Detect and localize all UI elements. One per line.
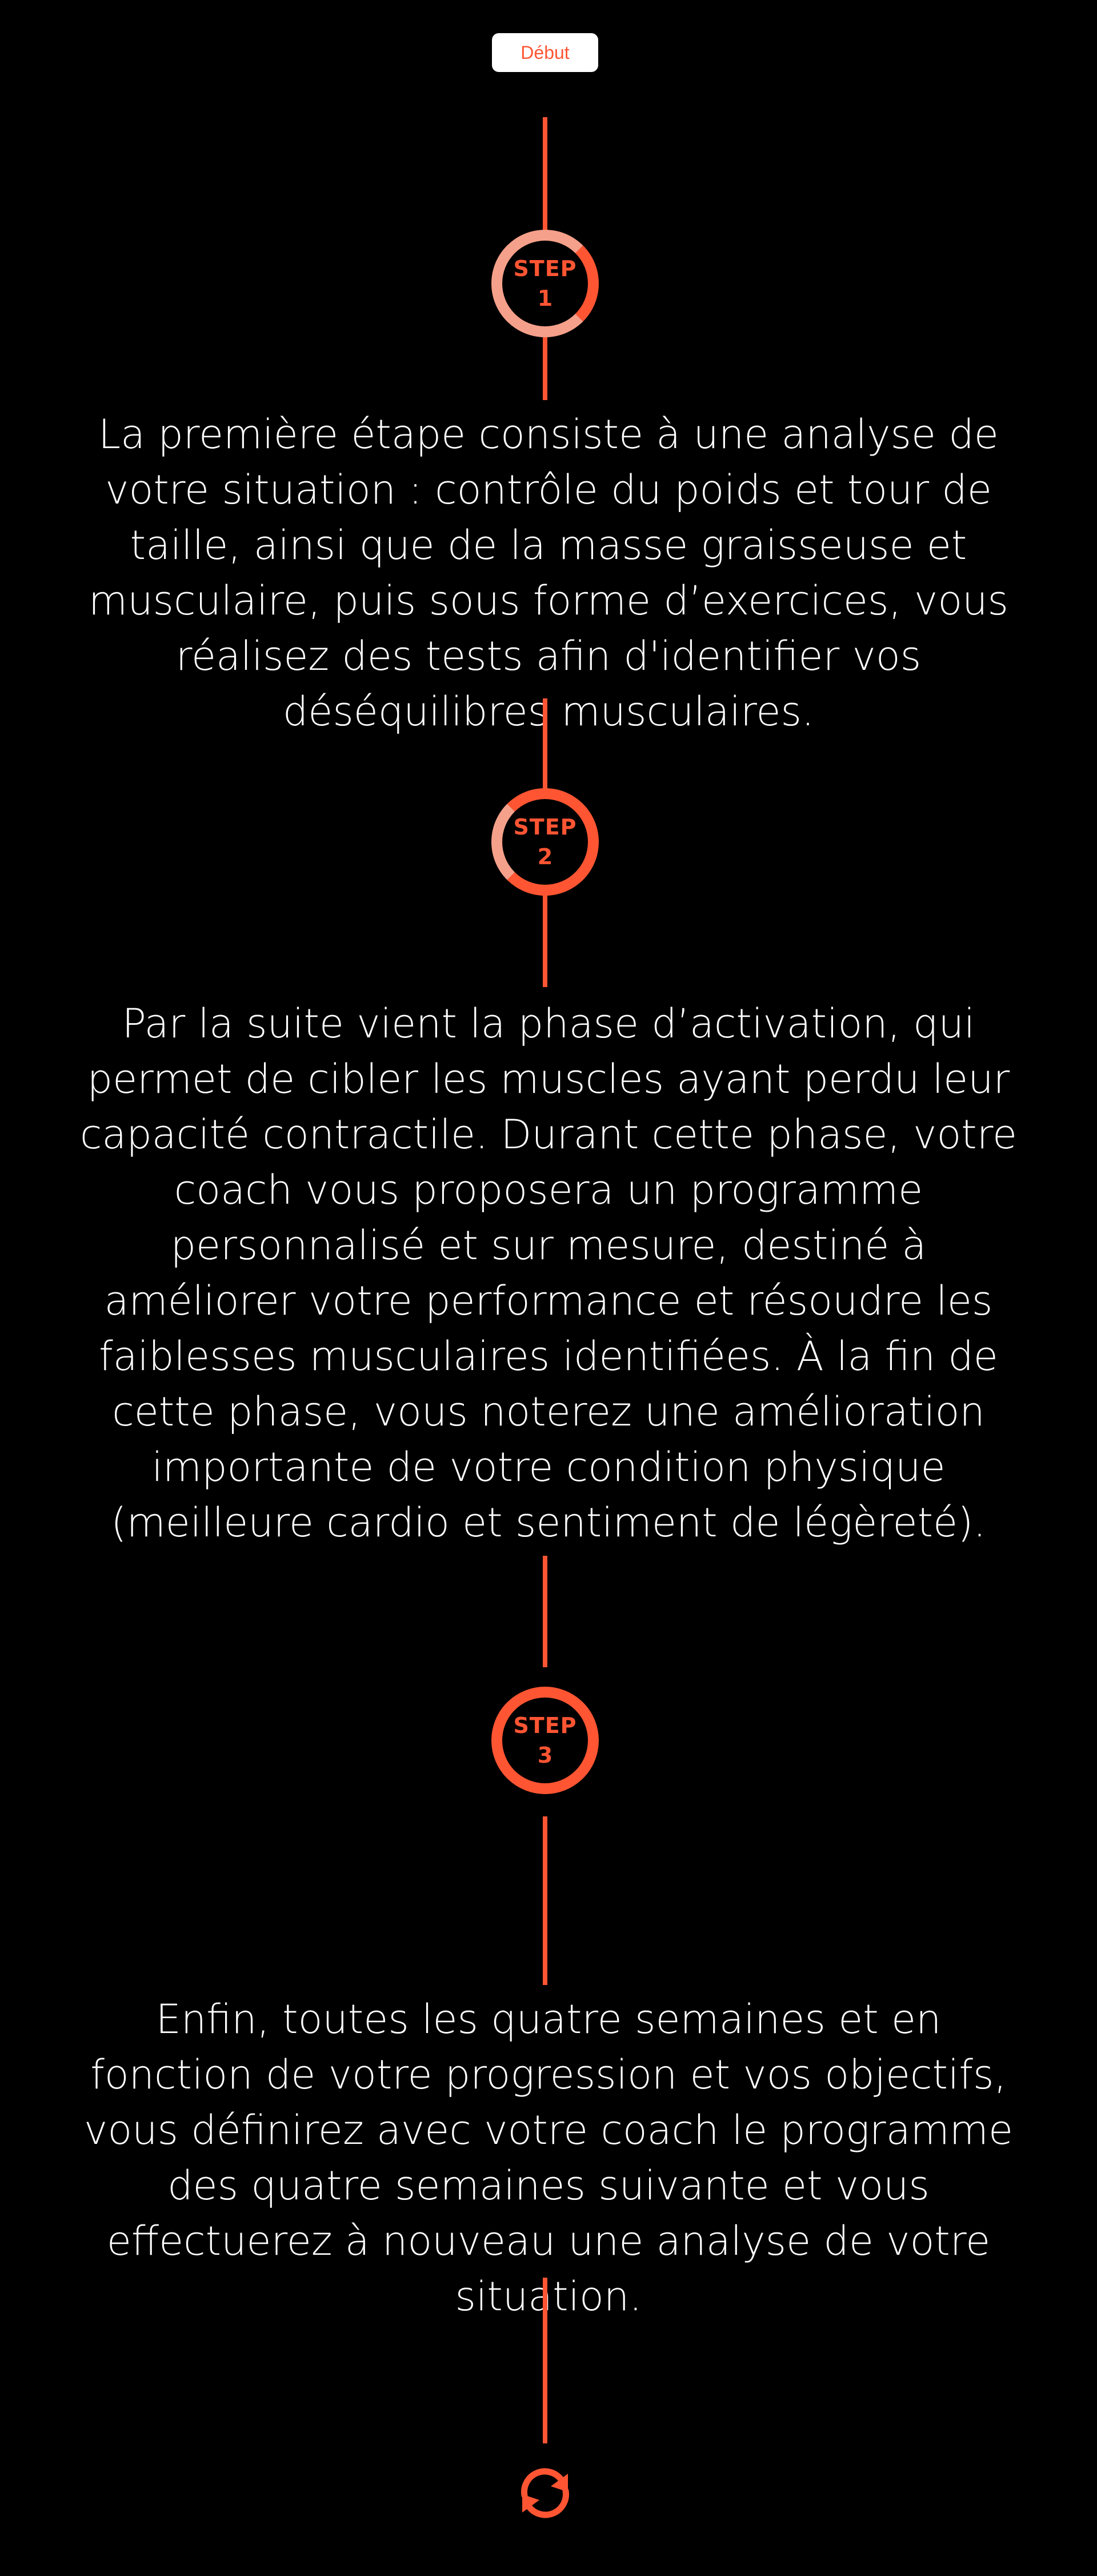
start-label: Début <box>521 42 570 63</box>
timeline-connector <box>543 337 547 400</box>
timeline-connector <box>543 698 547 790</box>
step-1-badge: STEP 1 <box>491 230 599 337</box>
timeline-connector <box>543 117 547 231</box>
refresh-cycle-icon <box>521 2468 569 2518</box>
step-2-word: STEP <box>513 814 577 840</box>
start-badge: Début <box>492 33 598 72</box>
timeline-connector <box>543 2278 547 2443</box>
step-2-description: Par la suite vient la phase d’activation… <box>79 1000 1018 1546</box>
step-1-word: STEP <box>513 256 577 281</box>
step-1-description: La première étape consiste à une analyse… <box>89 411 1008 735</box>
timeline-connector <box>543 1816 547 1985</box>
step-2-badge: STEP 2 <box>491 788 599 896</box>
step-3-description: Enfin, toutes les quatre semaines et en … <box>83 1996 1014 2320</box>
timeline-connector <box>543 1556 547 1667</box>
timeline-connector <box>543 896 547 987</box>
step-3-number: 3 <box>537 1743 553 1768</box>
step-3-badge: STEP 3 <box>491 1687 599 1794</box>
step-3-word: STEP <box>513 1713 577 1738</box>
step-1-number: 1 <box>537 286 553 311</box>
step-2-number: 2 <box>537 844 553 869</box>
